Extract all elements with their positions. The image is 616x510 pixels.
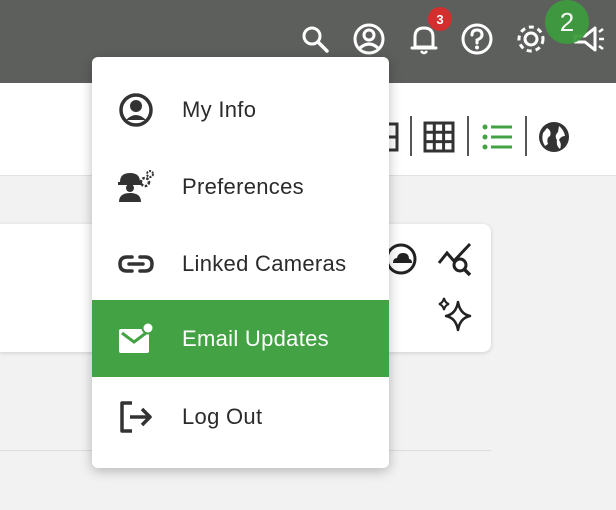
menu-item-label: Preferences (182, 173, 304, 199)
link-icon (116, 244, 156, 284)
toolbar-divider (410, 116, 412, 156)
search-icon[interactable] (297, 19, 333, 59)
list-view-icon[interactable] (480, 118, 514, 156)
chart-search-icon[interactable] (436, 240, 474, 278)
toolbar-divider (467, 116, 469, 156)
sparkles-icon[interactable] (436, 296, 474, 334)
worker-settings-icon (116, 167, 156, 207)
account-dropdown-menu: My Info Preferences Linked Cameras Email… (92, 57, 389, 468)
globe-icon[interactable] (537, 118, 571, 156)
menu-item-log-out[interactable]: Log Out (92, 378, 389, 455)
menu-item-linked-cameras[interactable]: Linked Cameras (92, 225, 389, 302)
logout-icon (116, 397, 156, 437)
menu-item-my-info[interactable]: My Info (92, 71, 389, 148)
menu-item-label: Log Out (182, 403, 263, 429)
menu-item-label: My Info (182, 96, 257, 122)
account-circle-icon (116, 90, 156, 130)
menu-item-label: Linked Cameras (182, 250, 347, 276)
menu-item-email-updates[interactable]: Email Updates (92, 300, 389, 377)
gear-icon[interactable] (513, 19, 549, 59)
notification-count-badge: 3 (428, 7, 452, 31)
account-icon[interactable] (351, 19, 387, 59)
grid-view-icon[interactable] (422, 118, 456, 156)
help-icon[interactable] (459, 19, 495, 59)
email-notification-icon (116, 319, 156, 359)
menu-item-preferences[interactable]: Preferences (92, 148, 389, 225)
step-badge: 2 (545, 0, 589, 44)
toolbar-divider (525, 116, 527, 156)
menu-item-label: Email Updates (182, 325, 329, 351)
